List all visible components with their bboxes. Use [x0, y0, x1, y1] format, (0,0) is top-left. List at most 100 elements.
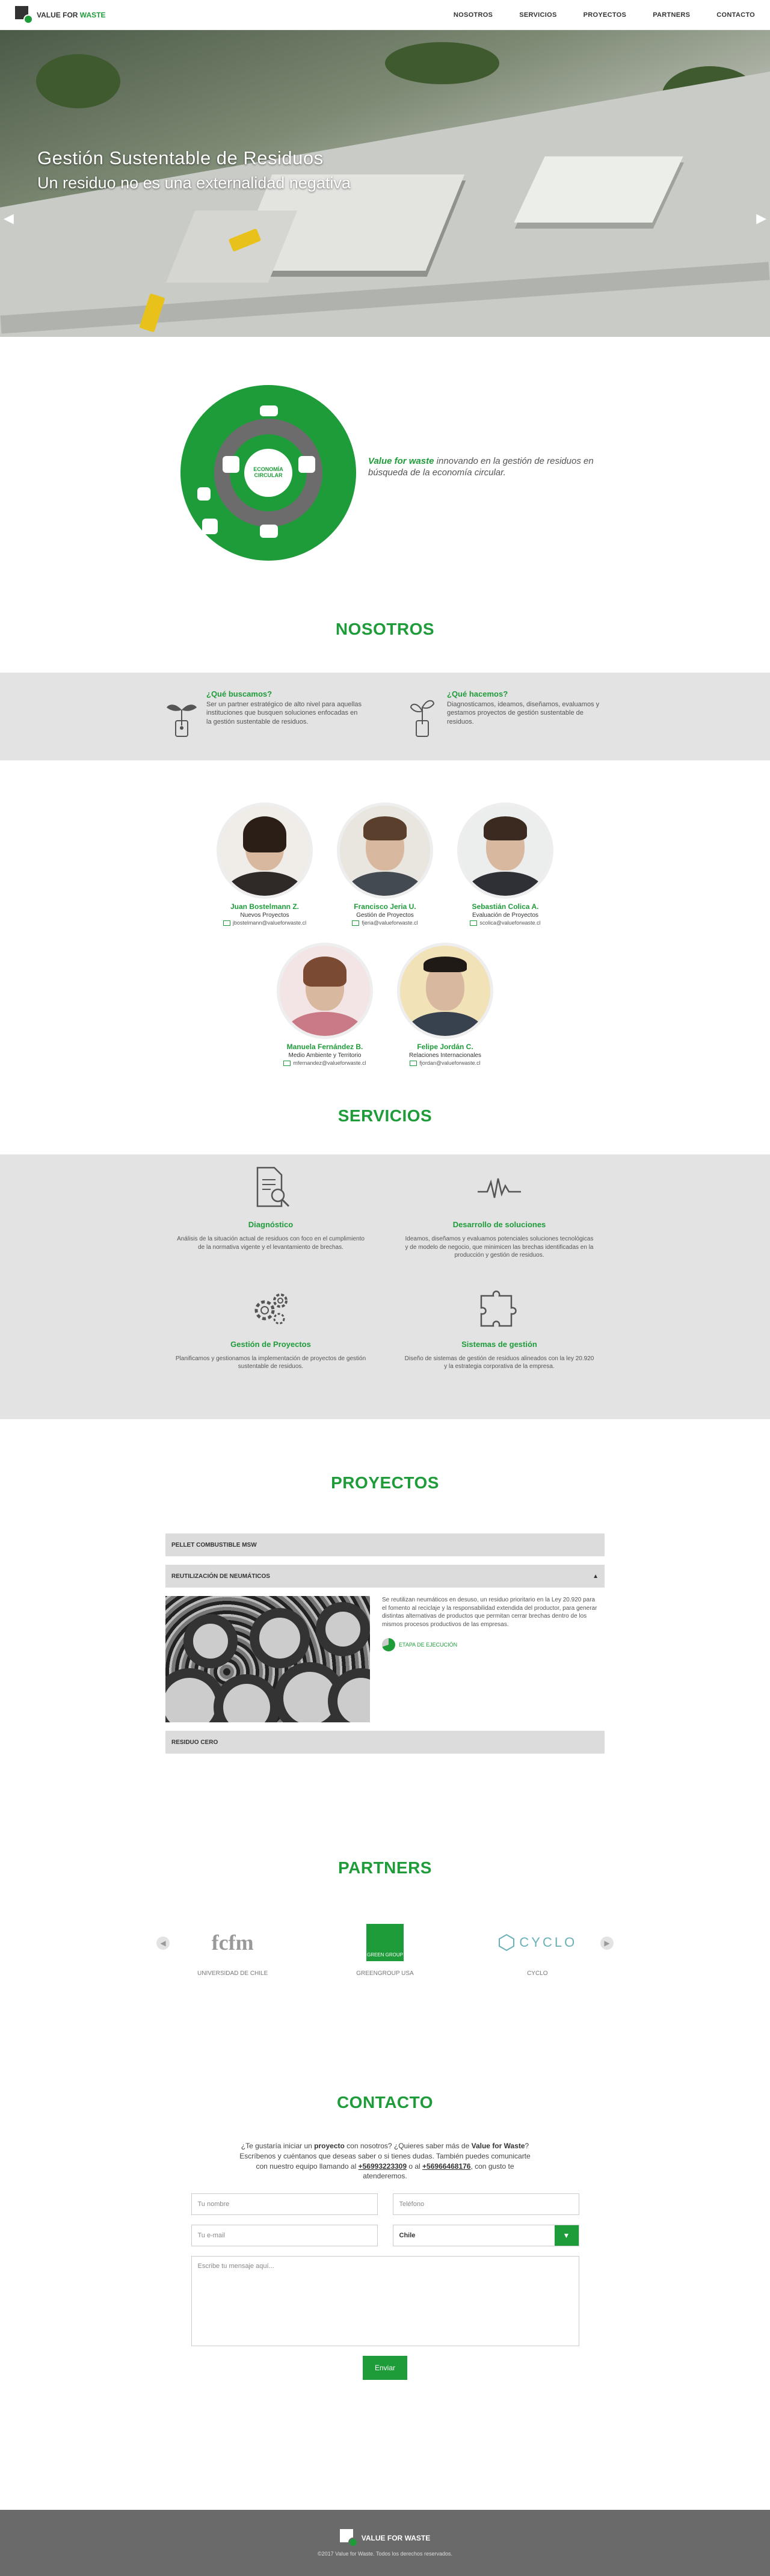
tires-image [165, 1596, 370, 1722]
mail-icon [352, 920, 360, 926]
member-role: Nuevos Proyectos [240, 912, 289, 919]
service-text: Diseño de sistemas de gestión de residuo… [404, 1355, 594, 1370]
avatar [397, 943, 493, 1039]
member-name: Juan Bostelmann Z. [230, 902, 300, 911]
servicios-grid: Diagnóstico Análisis de la situación act… [174, 1164, 596, 1371]
brand-logo[interactable]: VALUE FOR WASTE [15, 5, 105, 24]
sprout-icon [410, 700, 435, 737]
document-search-icon [256, 1166, 290, 1207]
page: VALUE FOR WASTE NOSOTROS SERVICIOS PROYE… [0, 0, 770, 2576]
avatar [337, 803, 433, 899]
member-name: Francisco Jeria U. [354, 902, 416, 911]
nav-links: NOSOTROS SERVICIOS PROYECTOS PARTNERS CO… [454, 11, 755, 19]
avatar [457, 803, 553, 899]
chevron-right-icon[interactable]: ▶ [756, 211, 766, 226]
nav-item-servicios[interactable]: SERVICIOS [519, 11, 556, 19]
country-select[interactable]: Chile ▼ [392, 2225, 579, 2247]
team-section: Juan Bostelmann Z. Nuevos Proyectos jbos… [0, 760, 770, 1106]
diagram-icon [260, 525, 278, 538]
member-name: Sebastián Colica A. [472, 902, 539, 911]
member-name: Manuela Fernández B. [286, 1043, 363, 1051]
chevron-down-icon: ▼ [554, 2225, 579, 2246]
nav-item-proyectos[interactable]: PROYECTOS [584, 11, 627, 19]
phone-field[interactable]: Teléfono [392, 2193, 579, 2216]
diagram-icon [298, 456, 315, 473]
mail-icon [410, 1060, 417, 1066]
nosotros-item-text: Ser un partner estratégico de alto nivel… [206, 701, 362, 726]
accordion-panel: Se reutilizan neumáticos en desuso, un r… [165, 1596, 605, 1722]
avatar [277, 943, 373, 1039]
team-row: Manuela Fernández B. Medio Ambiente y Te… [0, 943, 770, 1066]
phone-link-2[interactable]: +56966468176 [422, 2162, 470, 2171]
nosotros-item-title: ¿Qué hacemos? [447, 689, 508, 698]
team-member: Francisco Jeria U. Gestión de Proyectos … [337, 803, 433, 926]
diagram-center-label: ECONOMÍA CIRCULAR [244, 449, 292, 497]
accordion-item-residuo-cero[interactable]: RESIDUO CERO [165, 1731, 605, 1754]
pulse-icon [478, 1178, 521, 1198]
partner-item[interactable]: fcfm UNIVERSIDAD DE CHILE [173, 1924, 293, 1979]
nosotros-item-title: ¿Qué buscamos? [206, 689, 273, 698]
team-member: Sebastián Colica A. Evaluación de Proyec… [457, 803, 553, 926]
member-role: Relaciones Internacionales [408, 1052, 482, 1059]
nav-item-contacto[interactable]: CONTACTO [716, 11, 755, 19]
service-text: Análisis de la situación actual de resid… [177, 1236, 365, 1251]
team-member: Juan Bostelmann Z. Nuevos Proyectos jbos… [217, 803, 313, 926]
member-email[interactable]: jbostelmann@valueforwaste.cl [217, 920, 313, 926]
footer-copyright: ©2017 Value for Waste. Todos los derecho… [317, 2551, 453, 2557]
message-field[interactable]: Escribe tu mensaje aquí... [191, 2256, 579, 2347]
member-email[interactable]: scolica@valueforwaste.cl [457, 920, 553, 926]
partners-title: PARTNERS [338, 1858, 432, 1877]
partner-name: UNIVERSIDAD DE CHILE [197, 1970, 268, 1977]
member-role: Evaluación de Proyectos [472, 912, 539, 919]
nosotros-item-text: Diagnosticamos, ideamos, diseñamos, eval… [447, 701, 600, 726]
partner-item[interactable]: GREEN GROUP GREENGROUP USA [325, 1924, 445, 1979]
top-navbar: VALUE FOR WASTE NOSOTROS SERVICIOS PROYE… [0, 0, 770, 30]
projects-accordion: PELLET COMBUSTIBLE MSW REUTILIZACIÓN DE … [165, 1533, 605, 1754]
avatar [217, 803, 313, 899]
project-stage-link[interactable]: ETAPA DE EJECUCIÓN [382, 1638, 599, 1651]
chevron-right-icon[interactable]: ▶ [600, 1937, 614, 1950]
nav-item-nosotros[interactable]: NOSOTROS [454, 11, 493, 19]
chevron-up-icon: ▲ [593, 1573, 599, 1580]
diagram-icon [260, 405, 278, 416]
hero-image-trees [36, 54, 120, 108]
partner-item[interactable]: CYCLO CYCLO [477, 1924, 597, 1979]
nosotros-band: ¿Qué buscamos? Ser un partner estratégic… [0, 673, 770, 760]
servicios-title: SERVICIOS [337, 1106, 433, 1125]
mail-icon [283, 1060, 291, 1066]
nosotros-item: ¿Qué buscamos? Ser un partner estratégic… [165, 689, 364, 760]
service-item: Desarrollo de soluciones Ideamos, diseña… [403, 1164, 596, 1260]
team-member: Manuela Fernández B. Medio Ambiente y Te… [277, 943, 373, 1066]
phone-link-1[interactable]: +56993223309 [359, 2162, 407, 2171]
hexagon-icon [499, 1934, 515, 1952]
diagram-icon [223, 456, 239, 473]
team-row: Juan Bostelmann Z. Nuevos Proyectos jbos… [0, 803, 770, 926]
member-email[interactable]: fjeria@valueforwaste.cl [337, 920, 433, 926]
nav-item-partners[interactable]: PARTNERS [653, 11, 690, 19]
member-email[interactable]: fjordan@valueforwaste.cl [397, 1060, 493, 1066]
hero-title: Gestión Sustentable de Residuos [37, 147, 324, 168]
footer-logo[interactable]: VALUE FOR WASTE [339, 2529, 431, 2547]
hero-image-trees [385, 42, 499, 84]
mail-icon [223, 920, 230, 926]
accordion-item-pellet[interactable]: PELLET COMBUSTIBLE MSW [165, 1533, 605, 1556]
send-button[interactable]: Enviar [363, 2356, 407, 2380]
partner-name: CYCLO [527, 1970, 548, 1977]
name-field[interactable]: Tu nombre [191, 2193, 378, 2216]
member-role: Medio Ambiente y Territorio [288, 1052, 362, 1059]
chevron-left-icon[interactable]: ◀ [4, 211, 14, 226]
member-email[interactable]: mfernandez@valueforwaste.cl [277, 1060, 373, 1066]
brand-logo-text: VALUE FOR WASTE [361, 2534, 431, 2542]
brand-logo-mark [339, 2529, 358, 2547]
proyectos-title: PROYECTOS [331, 1473, 439, 1492]
service-item: Diagnóstico Análisis de la situación act… [174, 1164, 367, 1260]
contact-form: Tu nombre Teléfono Tu e-mail Chile ▼ Escr… [191, 2193, 579, 2380]
chevron-left-icon[interactable]: ◀ [156, 1937, 170, 1950]
email-field[interactable]: Tu e-mail [191, 2225, 378, 2247]
service-text: Ideamos, diseñamos y evaluamos potencial… [405, 1236, 594, 1259]
form-row: Tu e-mail Chile ▼ [191, 2225, 579, 2247]
accordion-item-neumaticos[interactable]: REUTILIZACIÓN DE NEUMÁTICOS ▲ [165, 1565, 605, 1588]
member-name: Felipe Jordán C. [417, 1043, 473, 1051]
team-member: Felipe Jordán C. Relaciones Internaciona… [397, 943, 493, 1066]
service-item: Gestión de Proyectos Planificamos y gest… [174, 1284, 367, 1371]
